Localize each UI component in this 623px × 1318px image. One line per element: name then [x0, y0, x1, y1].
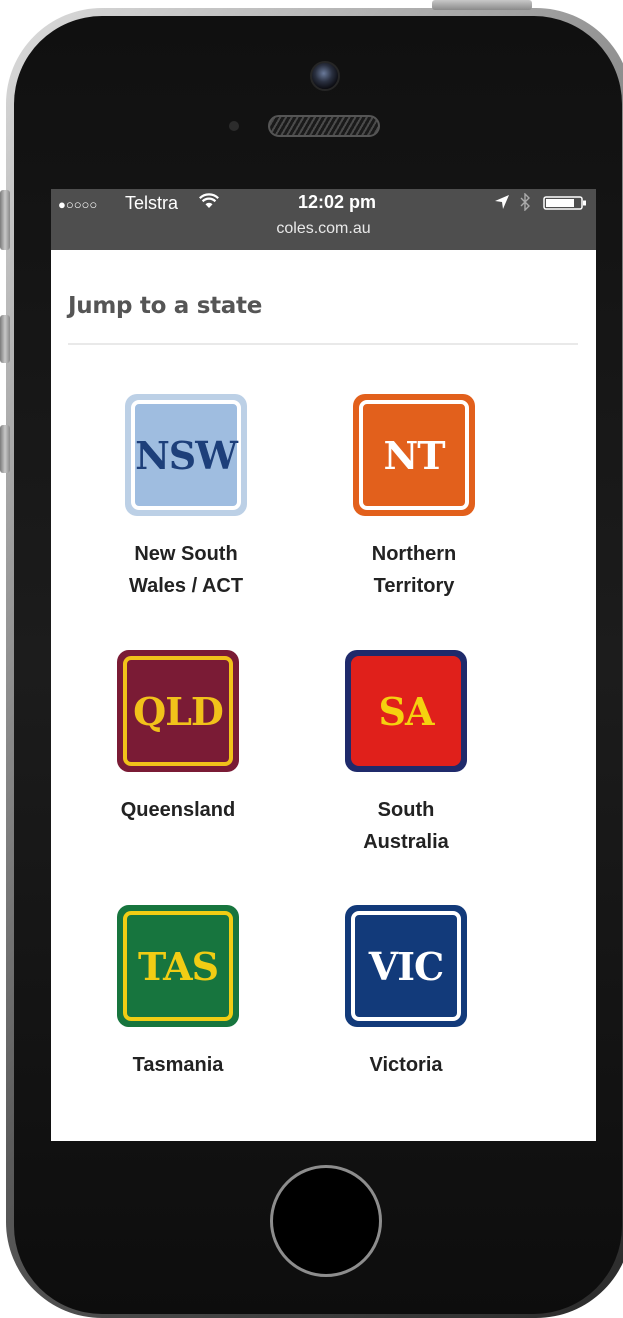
state-link-qld[interactable]: QLD Queensland	[78, 650, 278, 826]
location-arrow-icon	[495, 195, 509, 209]
status-time: 12:02 pm	[297, 192, 377, 212]
state-link-sa[interactable]: SA South Australia	[306, 650, 506, 858]
bluetooth-icon	[520, 193, 530, 211]
state-grid: NSW New South Wales / ACT NT Northern Te…	[51, 394, 596, 1114]
state-label-line: Queensland	[120, 799, 236, 821]
state-label-line: New South	[134, 543, 238, 565]
state-label-line: Tasmania	[132, 1054, 224, 1076]
state-label-line: Wales / ACT	[128, 575, 244, 597]
proximity-sensor	[229, 121, 239, 131]
signal-strength-icon: ●○○○○	[58, 197, 98, 212]
nsw-badge-code: NSW	[131, 400, 241, 510]
state-label-line: Territory	[373, 575, 455, 597]
browser-url[interactable]: coles.com.au	[51, 220, 596, 238]
qld-badge-icon: QLD	[117, 650, 239, 772]
state-label-line: Victoria	[369, 1054, 443, 1076]
tas-badge-icon: TAS	[117, 905, 239, 1027]
state-label-line: Australia	[363, 831, 449, 853]
phone-screen: ●○○○○ Telstra 12:02 pm coles.com.au Jump…	[51, 189, 596, 1141]
sa-badge-code: SA	[351, 656, 461, 766]
home-button[interactable]	[270, 1165, 382, 1277]
volume-down-button	[0, 425, 10, 473]
nt-badge-icon: NT	[353, 394, 475, 516]
nt-badge-code: NT	[359, 400, 469, 510]
volume-up-button	[0, 315, 10, 363]
page-heading: Jump to a state	[68, 293, 262, 319]
state-label: New South Wales / ACT	[86, 538, 286, 602]
state-link-tas[interactable]: TAS Tasmania	[78, 905, 278, 1081]
state-label: South Australia	[306, 794, 506, 858]
state-label-line: South	[377, 799, 435, 821]
front-camera-icon	[310, 61, 340, 91]
vic-badge-code: VIC	[351, 911, 461, 1021]
state-link-nsw[interactable]: NSW New South Wales / ACT	[86, 394, 286, 602]
state-label-line: Northern	[371, 543, 457, 565]
vic-badge-icon: VIC	[345, 905, 467, 1027]
carrier-name: Telstra	[125, 193, 179, 213]
power-button	[432, 0, 532, 10]
nsw-badge-icon: NSW	[125, 394, 247, 516]
sa-badge-icon: SA	[345, 650, 467, 772]
status-bar: ●○○○○ Telstra 12:02 pm coles.com.au	[51, 189, 596, 250]
heading-divider	[68, 343, 578, 345]
qld-badge-code: QLD	[123, 656, 233, 766]
mute-switch	[0, 190, 10, 250]
earpiece-speaker	[268, 115, 380, 137]
wifi-icon	[199, 193, 219, 208]
state-label: Northern Territory	[314, 538, 514, 602]
state-label: Tasmania	[78, 1049, 278, 1081]
state-link-vic[interactable]: VIC Victoria	[306, 905, 506, 1081]
battery-icon	[543, 196, 586, 210]
state-label: Queensland	[78, 794, 278, 826]
state-label: Victoria	[306, 1049, 506, 1081]
tas-badge-code: TAS	[123, 911, 233, 1021]
state-link-nt[interactable]: NT Northern Territory	[314, 394, 514, 602]
